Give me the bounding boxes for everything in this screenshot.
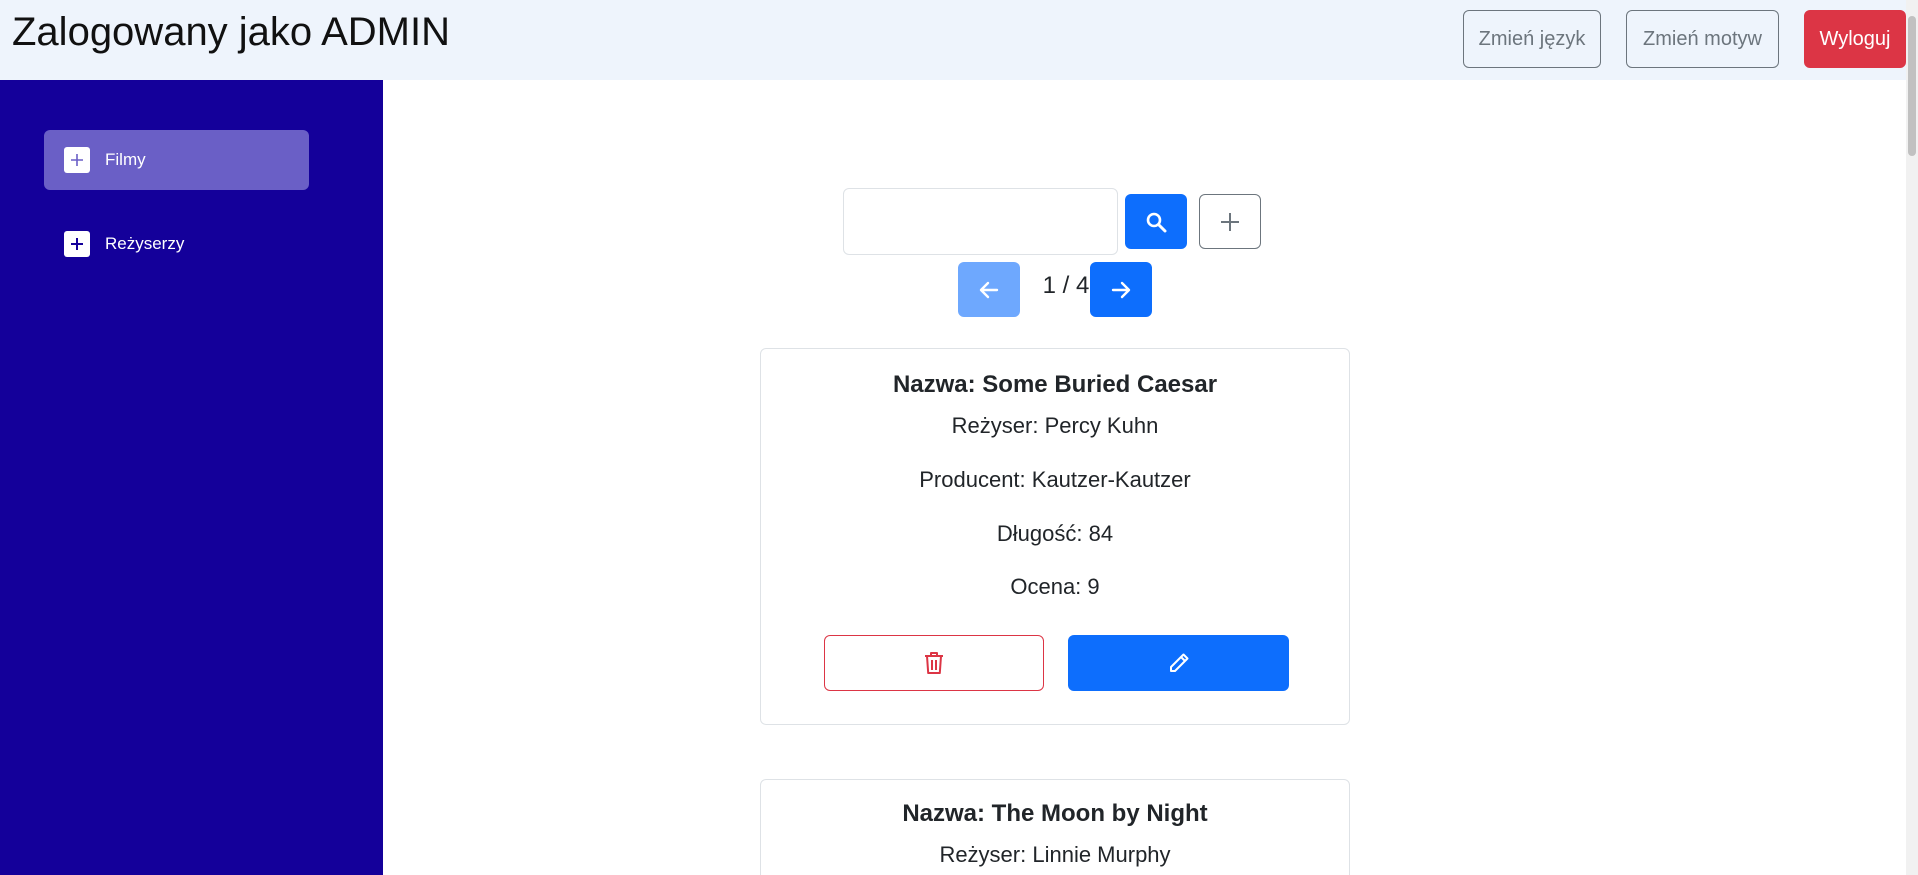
film-card: Nazwa: The Moon by Night Reżyser: Linnie…	[760, 779, 1350, 875]
edit-button[interactable]	[1068, 635, 1289, 691]
sidebar-item-label: Reżyserzy	[105, 234, 185, 253]
logout-button[interactable]: Wyloguj	[1804, 10, 1906, 68]
delete-button[interactable]	[824, 635, 1044, 691]
top-header: Zalogowany jako ADMIN Zmień język Zmień …	[0, 0, 1906, 80]
prev-page-button[interactable]	[958, 262, 1020, 317]
film-title: Nazwa: Some Buried Caesar	[892, 371, 1218, 398]
sidebar-item-label: Filmy	[105, 150, 146, 169]
sidebar: Filmy Reżyserzy	[0, 80, 383, 875]
change-language-button[interactable]: Zmień język	[1463, 10, 1601, 68]
search-input[interactable]	[843, 188, 1118, 255]
plus-icon	[1221, 212, 1239, 231]
arrow-left-icon	[979, 281, 999, 298]
pencil-icon	[1169, 653, 1188, 672]
film-producer: Producent: Kautzer-Kautzer	[919, 467, 1191, 492]
film-director: Reżyser: Percy Kuhn	[951, 413, 1159, 438]
film-director: Reżyser: Linnie Murphy	[939, 842, 1171, 867]
next-page-button[interactable]	[1090, 262, 1152, 317]
film-title: Nazwa: The Moon by Night	[902, 800, 1208, 827]
scrollbar[interactable]	[1906, 0, 1918, 875]
add-film-button[interactable]	[1199, 194, 1261, 249]
change-theme-button[interactable]: Zmień motyw	[1626, 10, 1779, 68]
film-rating: Ocena: 9	[1010, 574, 1100, 599]
plus-icon	[64, 231, 90, 257]
search-icon	[1146, 212, 1167, 232]
scrollbar-thumb[interactable]	[1908, 16, 1916, 156]
arrow-right-icon	[1111, 281, 1131, 298]
film-card: Nazwa: Some Buried Caesar Reżyser: Percy…	[760, 348, 1350, 725]
sidebar-item-films[interactable]: Filmy	[44, 130, 309, 190]
sidebar-item-directors[interactable]: Reżyserzy	[44, 214, 309, 274]
film-length: Długość: 84	[996, 521, 1114, 546]
plus-icon	[64, 147, 90, 173]
search-button[interactable]	[1125, 194, 1187, 249]
trash-icon	[925, 652, 943, 674]
page-title: Zalogowany jako ADMIN	[12, 10, 450, 54]
